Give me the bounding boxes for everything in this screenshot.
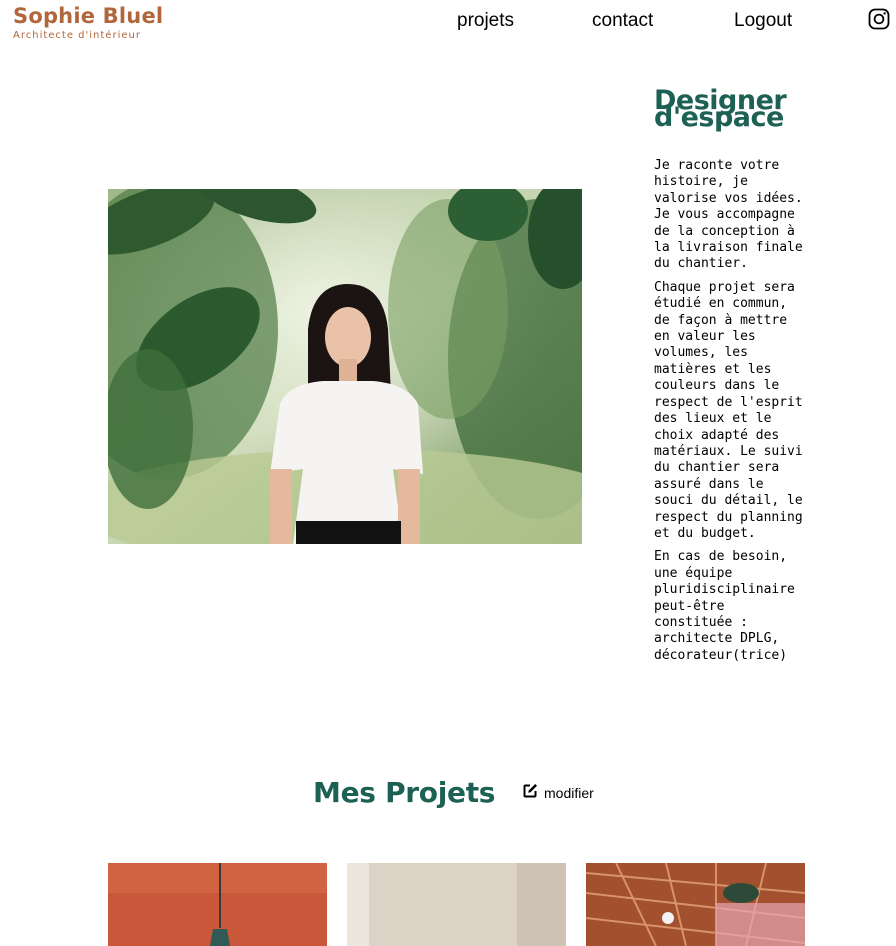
modify-label: modifier: [544, 785, 594, 801]
introduction-title: Designer d'espace: [654, 87, 824, 133]
project-image: [347, 863, 566, 946]
introduction-title-line-2: d'espace: [654, 102, 784, 133]
introduction-text: Je raconte votre histoire, je valorise v…: [654, 158, 810, 671]
nav-link-contact[interactable]: contact: [592, 10, 653, 32]
logo: Sophie Bluel Architecte d'intérieur: [13, 5, 163, 41]
edit-icon: [523, 783, 538, 803]
logo-title: Sophie Bluel: [13, 4, 164, 28]
instagram-icon[interactable]: [868, 8, 890, 30]
project-image: [586, 863, 805, 946]
introduction-paragraph: Je raconte votre histoire, je valorise v…: [654, 158, 803, 272]
projects-title: Mes Projets: [313, 776, 496, 809]
logo-subtitle: Architecte d'intérieur: [13, 30, 141, 41]
project-image: [108, 863, 327, 946]
nav-link-logout[interactable]: Logout: [734, 10, 792, 32]
modify-button[interactable]: modifier: [523, 784, 594, 802]
portrait-photo: [108, 189, 582, 544]
nav-link-projets[interactable]: projets: [457, 10, 514, 32]
introduction-paragraph: En cas de besoin, une équipe pluridiscip…: [654, 549, 795, 663]
introduction-paragraph: Chaque projet sera étudié en commun, de …: [654, 279, 803, 541]
